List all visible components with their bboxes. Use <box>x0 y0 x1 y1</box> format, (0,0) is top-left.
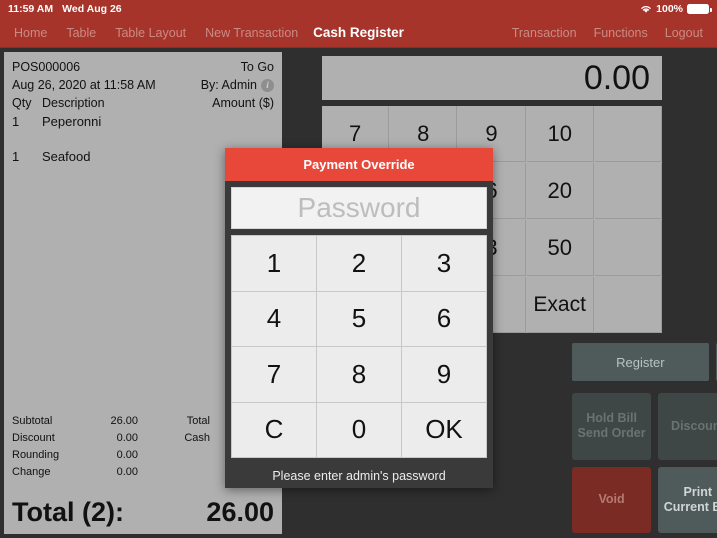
keypad-key-20[interactable]: 20 <box>526 163 594 219</box>
keypad-key-50[interactable]: 50 <box>526 220 594 276</box>
nav-new-transaction[interactable]: New Transaction <box>205 26 298 40</box>
password-keypad: 1 2 3 4 5 6 7 8 9 C 0 OK <box>231 235 487 458</box>
info-icon[interactable]: i <box>261 78 274 92</box>
status-right-group: 100% <box>640 3 712 15</box>
pw-key-1[interactable]: 1 <box>232 236 316 291</box>
column-header-amount: Amount ($) <box>212 96 274 110</box>
password-input[interactable]: Password <box>231 187 487 229</box>
fn-print-current-bill[interactable]: PrintCurrent Bill <box>658 466 717 533</box>
fn-discount[interactable]: Discount <box>658 393 717 460</box>
nav-table[interactable]: Table <box>66 26 96 40</box>
fn-void[interactable]: Void <box>572 466 652 533</box>
dialog-footer-hint: Please enter admin's password <box>272 469 446 483</box>
pw-key-7[interactable]: 7 <box>232 347 316 402</box>
keypad-key-blank-4[interactable] <box>594 277 662 333</box>
subtotal-value: 26.00 <box>110 415 138 427</box>
nav-logout[interactable]: Logout <box>665 26 703 40</box>
status-date: Wed Aug 26 <box>62 3 122 15</box>
item-amount <box>230 113 274 130</box>
pw-key-ok[interactable]: OK <box>402 402 486 457</box>
function-button-grid: Hold BillSend Order Discount Cancel Pay … <box>572 393 717 533</box>
pw-key-2[interactable]: 2 <box>317 236 401 291</box>
item-description: Seafood <box>42 149 91 164</box>
pw-key-8[interactable]: 8 <box>317 347 401 402</box>
item-qty: 1 <box>12 114 20 129</box>
payment-method-row: Register Voucher Cheque <box>572 343 717 381</box>
amount-display[interactable]: 0.00 <box>322 56 662 100</box>
receipt-number: POS000006 <box>12 60 81 74</box>
dialog-body: Password 1 2 3 4 5 6 7 8 9 C 0 OK <box>225 181 493 464</box>
keypad-key-blank-2[interactable] <box>594 163 662 219</box>
nav-bar: Home Table Table Layout New Transaction … <box>0 18 717 48</box>
order-header-row-2: Aug 26, 2020 at 11:58 AM By: Admin i <box>12 76 274 94</box>
order-header-row-1: POS000006 To Go <box>12 58 274 76</box>
rounding-value: 0.00 <box>116 449 138 461</box>
main-body: POS000006 To Go Aug 26, 2020 at 11:58 AM… <box>0 48 717 538</box>
pw-key-0[interactable]: 0 <box>317 402 401 457</box>
column-header-description: Description <box>42 96 105 110</box>
status-bar: 11:59 AM Wed Aug 26 100% <box>0 0 717 18</box>
keypad-key-blank-1[interactable] <box>594 106 662 162</box>
order-by-group: By: Admin i <box>201 76 274 94</box>
total-label: Total <box>186 415 210 427</box>
change-label: Change <box>12 466 51 478</box>
totals-spacer-label-4 <box>138 464 210 481</box>
keypad-key-exact[interactable]: Exact <box>526 277 594 333</box>
nav-left-group: Home Table Table Layout New Transaction <box>0 26 298 40</box>
pw-key-clear[interactable]: C <box>232 402 316 457</box>
item-description: Peperonni <box>42 114 102 129</box>
battery-percent: 100% <box>656 3 683 15</box>
totals-spacer-label-3 <box>138 447 210 464</box>
grand-total-value: 26.00 <box>206 497 274 527</box>
column-header-qty: Qty <box>12 96 32 110</box>
cash-label: Cash <box>184 432 210 444</box>
order-datetime: Aug 26, 2020 at 11:58 AM <box>12 78 156 92</box>
pw-key-6[interactable]: 6 <box>402 291 486 346</box>
fn-hold-bill-send-order[interactable]: Hold Bill Send Order <box>572 393 652 460</box>
pos-app: 11:59 AM Wed Aug 26 100% Home Table Tabl… <box>0 0 717 538</box>
discount-value: 0.00 <box>116 432 138 444</box>
pw-key-5[interactable]: 5 <box>317 291 401 346</box>
pay-register[interactable]: Register <box>572 343 709 381</box>
discount-label: Discount <box>12 432 55 444</box>
nav-transaction[interactable]: Transaction <box>512 26 577 40</box>
nav-table-layout[interactable]: Table Layout <box>115 26 186 40</box>
grand-total-label: Total (2): <box>12 497 124 527</box>
nav-functions[interactable]: Functions <box>594 26 648 40</box>
pw-key-3[interactable]: 3 <box>402 236 486 291</box>
order-by: By: Admin <box>200 78 257 92</box>
battery-icon <box>687 4 712 14</box>
subtotal-label: Subtotal <box>12 415 53 427</box>
payment-override-dialog: Payment Override Password 1 2 3 4 5 6 7 … <box>225 148 493 488</box>
order-header: POS000006 To Go Aug 26, 2020 at 11:58 AM… <box>4 52 282 94</box>
pw-key-4[interactable]: 4 <box>232 291 316 346</box>
item-qty: 1 <box>12 149 20 164</box>
order-column-headers: Qty Description Amount ($) <box>4 94 282 113</box>
pw-key-9[interactable]: 9 <box>402 347 486 402</box>
order-type: To Go <box>240 60 274 74</box>
grand-total-row: Total (2): 26.00 <box>4 483 282 534</box>
dialog-title: Payment Override <box>225 148 493 181</box>
status-time: 11:59 AM <box>8 3 54 15</box>
change-value: 0.00 <box>116 466 138 478</box>
nav-right-group: Transaction Functions Logout <box>512 26 717 40</box>
wifi-icon <box>640 4 652 14</box>
keypad-key-blank-3[interactable] <box>594 220 662 276</box>
rounding-label: Rounding <box>12 449 60 461</box>
keypad-key-10[interactable]: 10 <box>526 106 594 162</box>
list-item[interactable]: 1 Peperonni <box>12 113 274 130</box>
nav-home[interactable]: Home <box>14 26 47 40</box>
